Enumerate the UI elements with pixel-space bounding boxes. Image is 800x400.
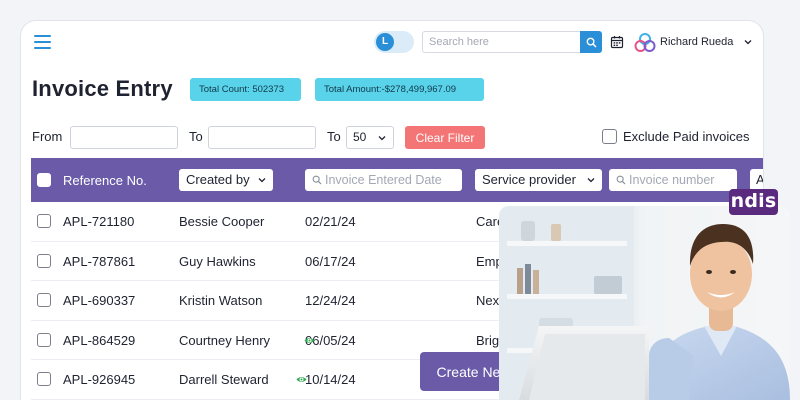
total-amount-badge: Total Amount:-$278,499,967.09 [315, 78, 484, 101]
created-by-cell: Darrell Steward [179, 372, 269, 387]
exclude-paid-label: Exclude Paid invoices [623, 129, 750, 144]
service-provider-filter[interactable]: Service provider [475, 169, 602, 191]
to-date-input[interactable] [208, 126, 316, 149]
search-button[interactable] [580, 31, 602, 53]
chevron-down-icon [378, 136, 386, 141]
calendar-icon[interactable] [610, 35, 624, 49]
row-checkbox[interactable] [37, 253, 51, 268]
page-size-value: 50 [353, 130, 367, 144]
eye-icon[interactable] [296, 374, 307, 385]
search-icon [616, 175, 626, 185]
top-bar: L Richard Rueda [21, 21, 763, 65]
chevron-down-icon [587, 178, 595, 183]
from-label: From [32, 129, 63, 144]
row-checkbox[interactable] [37, 332, 51, 347]
ndis-logo: ndis [729, 189, 778, 215]
service-provider-cell: Brig [476, 332, 500, 348]
table-header: Reference No. Created by Service provide… [31, 158, 763, 202]
row-checkbox[interactable] [37, 214, 51, 228]
reference-cell: APL-787861 [63, 253, 136, 269]
invoice-number-input[interactable] [629, 169, 735, 191]
person-at-laptop-photo [499, 206, 790, 400]
user-name[interactable]: Richard Rueda [660, 36, 733, 48]
reference-cell: APL-690337 [63, 293, 136, 308]
reference-cell: APL-721180 [63, 214, 135, 229]
created-by-cell: Courtney Henry [179, 332, 271, 348]
brand-avatar-icon[interactable] [634, 32, 656, 54]
date-filter-input[interactable] [325, 169, 460, 191]
reference-column-header[interactable]: Reference No. [63, 173, 147, 188]
invoice-number-filter [609, 169, 737, 191]
to-label: To [189, 129, 203, 144]
clear-filter-button[interactable]: Clear Filter [405, 126, 485, 149]
date-cell: 10/14/24 [305, 372, 356, 387]
to-label-2: To [327, 129, 341, 144]
created-by-label: Created by [186, 172, 250, 187]
row-checkbox[interactable] [37, 372, 51, 386]
chevron-down-icon [258, 178, 266, 183]
created-by-cell: Bessie Cooper [179, 214, 265, 229]
page-size-select[interactable]: 50 [346, 126, 394, 149]
reference-cell: APL-864529 [63, 332, 136, 348]
search-input[interactable] [423, 32, 580, 52]
date-filter [305, 169, 462, 191]
search-icon [312, 175, 322, 185]
date-cell: 06/17/24 [305, 253, 356, 269]
exclude-paid-checkbox[interactable] [602, 129, 617, 144]
reference-cell: APL-926945 [63, 372, 136, 387]
from-date-input[interactable] [70, 126, 178, 149]
service-provider-label: Service provider [482, 172, 576, 187]
created-by-cell: Kristin Watson [179, 293, 263, 308]
date-cell: 02/21/24 [305, 214, 356, 229]
select-all-checkbox[interactable] [37, 173, 51, 187]
menu-icon[interactable] [34, 35, 51, 49]
date-cell: 12/24/24 [305, 293, 356, 308]
theme-toggle[interactable]: L [374, 31, 414, 53]
created-by-filter[interactable]: Created by [179, 169, 273, 191]
page-title: Invoice Entry [32, 76, 173, 101]
row-checkbox[interactable] [37, 293, 51, 307]
search-icon [586, 37, 596, 47]
chevron-down-icon[interactable] [744, 38, 752, 46]
toggle-knob: L [376, 33, 394, 51]
total-count-badge: Total Count: 502373 [190, 78, 301, 101]
global-search [422, 31, 602, 53]
created-by-cell: Guy Hawkins [179, 253, 256, 269]
partial-column-filter[interactable]: A [750, 169, 763, 191]
eye-icon[interactable] [304, 335, 315, 346]
